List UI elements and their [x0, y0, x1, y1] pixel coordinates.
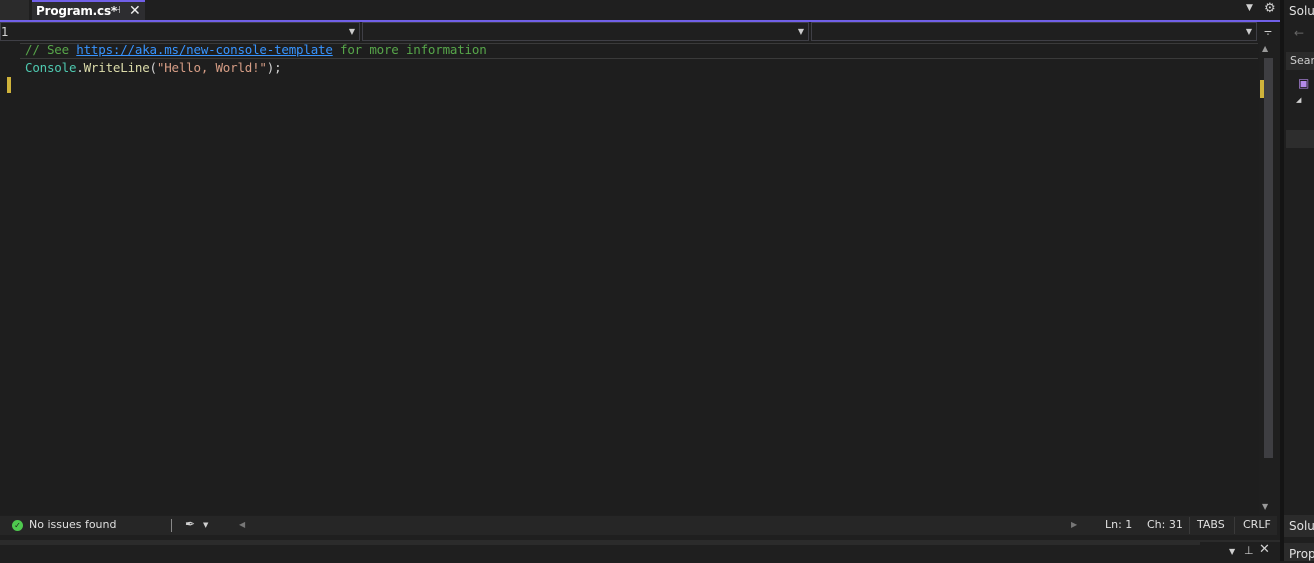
- type-dropdown[interactable]: ▼: [362, 22, 809, 41]
- scroll-right-icon[interactable]: ▶: [1071, 520, 1077, 529]
- chevron-down-icon: ▼: [797, 27, 804, 36]
- code-line-1[interactable]: // See https://aka.ms/new-console-templa…: [25, 42, 487, 57]
- scroll-left-icon[interactable]: ◀: [239, 520, 245, 529]
- string-token: "Hello, World!": [156, 60, 267, 75]
- pin-icon[interactable]: ⊣: [112, 5, 121, 16]
- gear-icon[interactable]: ⚙: [1264, 1, 1276, 16]
- line-ending[interactable]: CRLF: [1243, 518, 1271, 531]
- member-dropdown[interactable]: ▼: [811, 22, 1257, 41]
- tab-properties-label: Prop: [1289, 547, 1314, 561]
- method-token: WriteLine: [83, 60, 150, 75]
- chevron-down-icon: ▼: [1245, 27, 1252, 36]
- pin-icon[interactable]: ⊥: [1244, 544, 1254, 557]
- code-cleanup-icon[interactable]: ✒: [185, 517, 195, 531]
- chevron-down-icon[interactable]: ▼: [203, 521, 208, 529]
- comment-link[interactable]: https://aka.ms/new-console-template: [76, 42, 333, 57]
- horizontal-scrollbar[interactable]: [250, 518, 1068, 532]
- back-icon[interactable]: ←: [1294, 26, 1304, 40]
- change-marker: [7, 77, 11, 93]
- column-number[interactable]: Ch: 31: [1147, 518, 1183, 531]
- status-divider: [1234, 517, 1235, 534]
- close-icon[interactable]: ✕: [129, 3, 141, 19]
- project-dropdown[interactable]: 1 ▼: [0, 22, 360, 41]
- scrollbar-change-marker: [1260, 80, 1264, 98]
- solution-search-placeholder: Searc: [1290, 54, 1314, 67]
- class-token: Console: [25, 60, 77, 75]
- check-circle-icon[interactable]: ✓: [12, 520, 23, 531]
- tab-label: Program.cs*: [36, 4, 117, 18]
- project-dropdown-value: 1: [1, 25, 9, 39]
- comment-prefix: // See: [25, 42, 77, 57]
- chevron-down-icon: ▼: [348, 27, 355, 36]
- code-editor[interactable]: [0, 42, 1259, 515]
- comment-suffix: for more information: [332, 42, 487, 57]
- line-number[interactable]: Ln: 1: [1105, 518, 1132, 531]
- chevron-down-icon[interactable]: ▼: [1229, 547, 1235, 556]
- tab-program-cs[interactable]: Program.cs* ⊣ ✕: [32, 0, 145, 20]
- close-token: );: [266, 60, 282, 75]
- close-icon[interactable]: ✕: [1259, 542, 1270, 557]
- bottom-panel-bar: [0, 542, 1200, 545]
- code-line-2[interactable]: Console.WriteLine("Hello, World!");: [25, 60, 282, 75]
- open-paren-token: (: [149, 60, 158, 75]
- tab-solution-explorer-label: Solu: [1289, 519, 1314, 533]
- indentation-mode[interactable]: TABS: [1197, 518, 1225, 531]
- issues-status[interactable]: No issues found: [29, 518, 116, 531]
- scroll-up-icon[interactable]: ▲: [1262, 44, 1268, 53]
- dot-token: .: [76, 60, 84, 75]
- status-divider: [1189, 517, 1190, 534]
- status-divider: [171, 519, 172, 532]
- solution-explorer-title: Solu: [1289, 4, 1314, 18]
- document-tab-bar: [0, 0, 1284, 22]
- scroll-down-icon[interactable]: ▼: [1262, 502, 1268, 511]
- split-editor-icon[interactable]: ⨪: [1259, 22, 1277, 41]
- expand-icon[interactable]: ◢: [1296, 96, 1301, 104]
- tab-bar-stub: [0, 0, 29, 20]
- solution-explorer-scrollbar[interactable]: [1286, 130, 1314, 148]
- solution-icon: ▣: [1298, 76, 1310, 90]
- chevron-down-icon[interactable]: ▼: [1246, 3, 1253, 13]
- vertical-scroll-thumb[interactable]: [1264, 58, 1273, 458]
